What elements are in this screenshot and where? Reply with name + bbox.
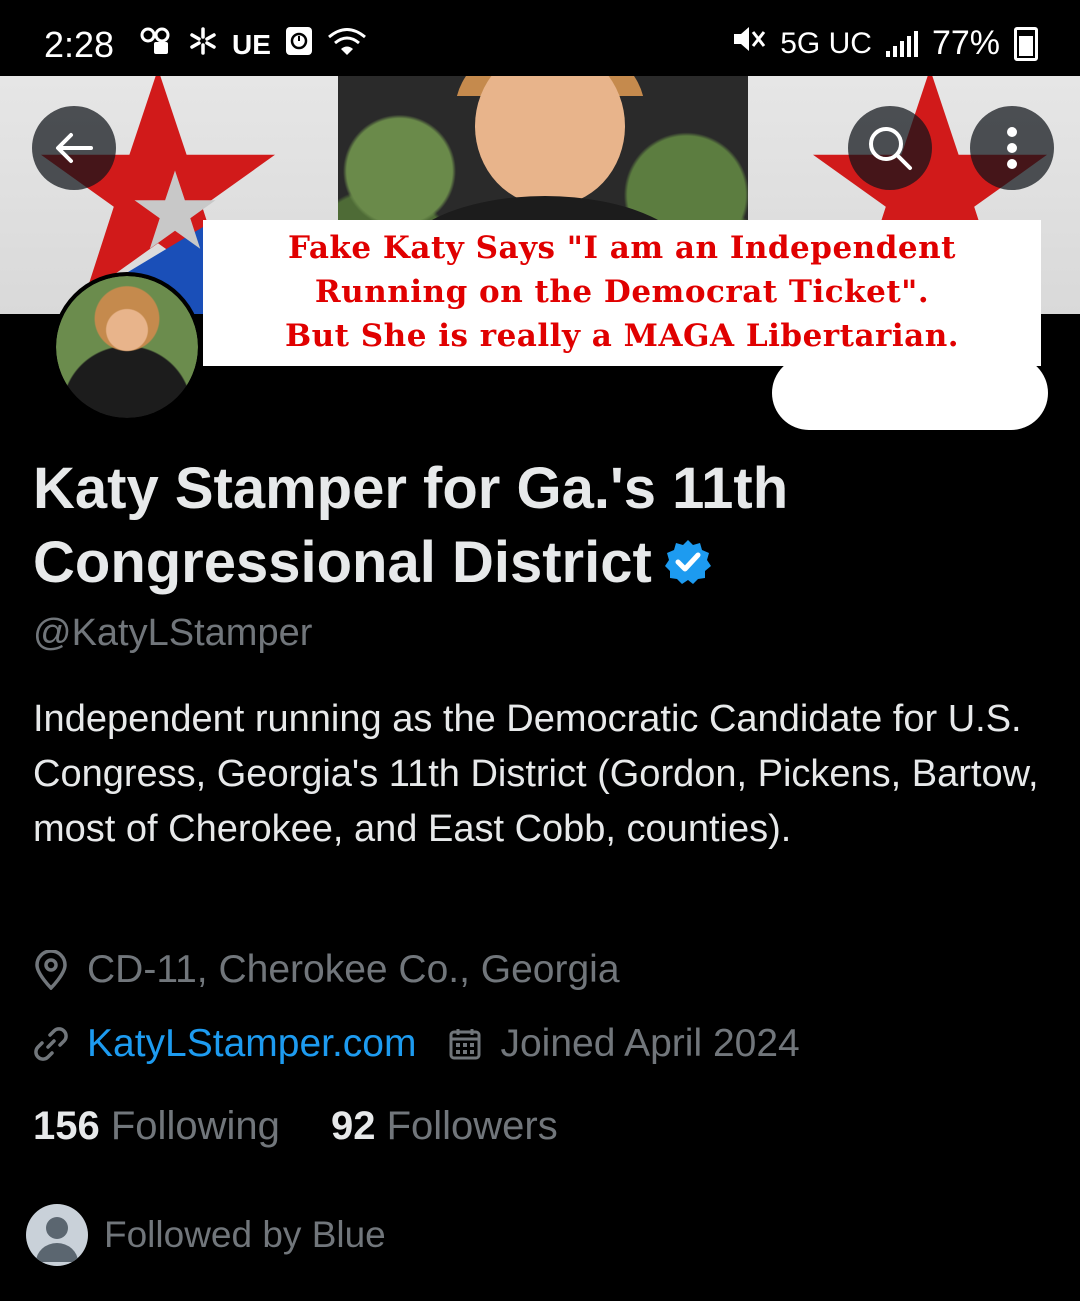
- joined-date: Joined April 2024: [500, 1022, 800, 1065]
- network-label: 5G UC: [780, 26, 872, 60]
- status-time: 2:28: [44, 24, 115, 65]
- following-label: Following: [110, 1104, 280, 1148]
- location-text: CD-11, Cherokee Co., Georgia: [87, 948, 620, 991]
- back-button[interactable]: [32, 106, 116, 190]
- website-joined-row: KatyLStamper.com Joined April 2024: [33, 1022, 800, 1066]
- mute-icon: [732, 24, 766, 63]
- profile-bio: Independent running as the Democratic Ca…: [33, 698, 1039, 850]
- caption-line: Running on the Democrat Ticket".: [314, 274, 930, 310]
- caption-line: Fake Katy Says "I am an Independent: [288, 230, 956, 266]
- status-bar: 2:28 UE 5G UC 77%: [0, 0, 1080, 76]
- location-pin-icon: [33, 950, 69, 990]
- location-row: CD-11, Cherokee Co., Georgia: [33, 948, 620, 992]
- ue-label: UE: [232, 28, 271, 60]
- link-icon: [33, 1026, 69, 1062]
- status-right: 5G UC 77%: [732, 24, 1038, 63]
- following-count: 156: [33, 1104, 100, 1148]
- followers-label: Followers: [386, 1104, 558, 1148]
- following-link[interactable]: 156 Following: [33, 1104, 280, 1148]
- back-arrow-icon: [56, 133, 93, 163]
- followed-by-text: Followed by Blue: [104, 1214, 386, 1255]
- follow-button[interactable]: [772, 356, 1048, 430]
- follow-counts: 156 Following 92 Followers: [33, 1104, 558, 1149]
- verified-badge-icon: [664, 530, 712, 604]
- followers-count: 92: [330, 1104, 376, 1148]
- signal-icon: [885, 30, 918, 57]
- more-options-button[interactable]: [970, 106, 1054, 190]
- profile-name-block: Katy Stamper for Ga.'s 11th Congressiona…: [33, 452, 1033, 604]
- caption-line: But She is really a MAGA Libertarian.: [284, 318, 960, 354]
- profile-handle: @KatyLStamper: [33, 612, 313, 654]
- voicemail-icon: [140, 26, 174, 63]
- profile-avatar[interactable]: [52, 272, 202, 422]
- battery-icon: [1014, 26, 1038, 61]
- search-icon: [869, 127, 912, 170]
- status-left-icons: UE: [140, 26, 367, 63]
- walmart-spark-icon: [188, 26, 218, 63]
- more-vertical-icon: [1007, 127, 1017, 169]
- website-link[interactable]: KatyLStamper.com: [87, 1022, 416, 1066]
- clock-app-icon: [285, 26, 313, 63]
- calendar-icon: [448, 1027, 482, 1061]
- banner-caption: Fake Katy Says "I am an Independent Runn…: [203, 220, 1041, 366]
- followed-by-row[interactable]: Followed by Blue: [26, 1204, 386, 1266]
- followers-link[interactable]: 92 Followers: [331, 1104, 558, 1148]
- search-button[interactable]: [848, 106, 932, 190]
- default-avatar-icon: [26, 1204, 88, 1266]
- wifi-icon: [327, 26, 367, 63]
- battery-percent: 77%: [931, 24, 1000, 62]
